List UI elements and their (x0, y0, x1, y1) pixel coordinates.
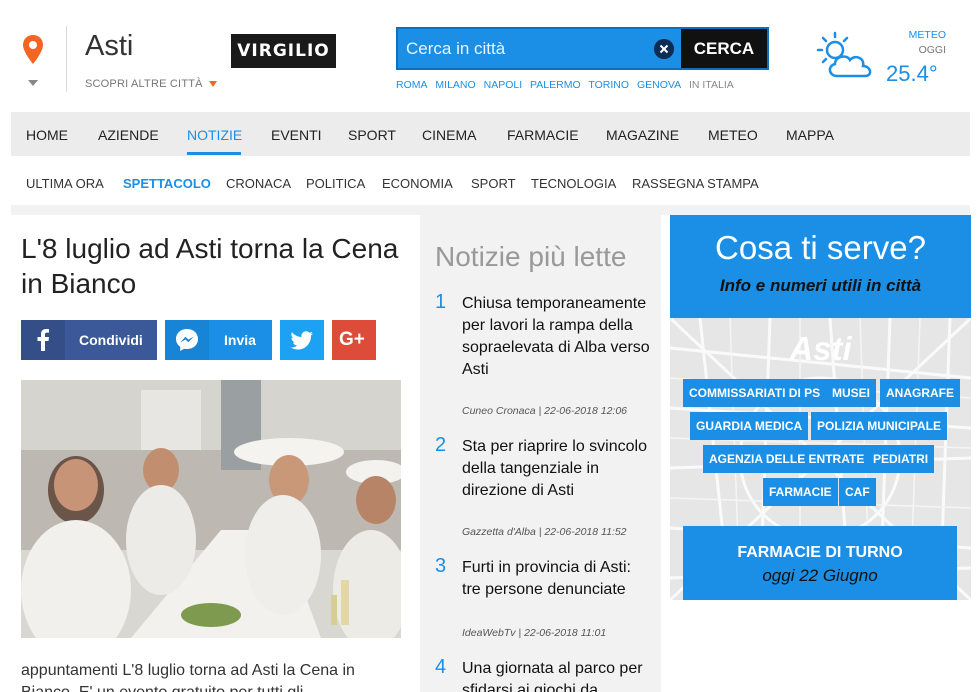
subnav-rassegna-stampa[interactable]: RASSEGNA STAMPA (632, 176, 759, 191)
news-title[interactable]: Una giornata al parco per sfidarsi ai gi… (462, 658, 652, 692)
quick-link-roma[interactable]: ROMA (396, 79, 428, 91)
quick-link-italia[interactable]: IN ITALIA (689, 79, 734, 91)
news-source[interactable]: Cuneo Cronaca (462, 405, 536, 417)
facebook-share-button[interactable]: Condividi (21, 320, 157, 360)
rank-number: 1 (435, 291, 447, 313)
news-title[interactable]: Chiusa temporaneamente per lavori la ram… (462, 293, 652, 381)
nav-sport[interactable]: SPORT (348, 127, 396, 143)
other-cities-label: SCOPRI ALTRE CITTÀ (85, 78, 203, 90)
nav-eventi[interactable]: EVENTI (271, 127, 322, 143)
search-box: CERCA (396, 27, 769, 70)
news-meta: IdeaWebTv | 22-06-2018 11:01 (462, 627, 607, 639)
search-button[interactable]: CERCA (681, 29, 767, 68)
rank-number: 4 (435, 656, 447, 678)
city-dropdown-caret-icon[interactable] (28, 80, 38, 86)
nav-active-underline (187, 152, 241, 155)
subnav-sport[interactable]: SPORT (471, 176, 516, 191)
nav-farmacie[interactable]: FARMACIE (507, 127, 579, 143)
partly-cloudy-icon[interactable] (813, 30, 877, 82)
subnav-spettacolo[interactable]: SPETTACOLO (123, 176, 211, 191)
google-plus-icon: G+ (339, 329, 365, 350)
news-meta: Cuneo Cronaca | 22-06-2018 12:06 (462, 405, 628, 417)
nav-cinema[interactable]: CINEMA (422, 127, 476, 143)
nav-home[interactable]: HOME (26, 127, 68, 143)
article-photo[interactable] (21, 380, 401, 638)
google-plus-share-button[interactable]: G+ (332, 320, 376, 360)
facebook-icon (21, 320, 65, 360)
quick-link-genova[interactable]: GENOVA (637, 79, 681, 91)
search-input[interactable] (406, 35, 656, 63)
subnav-ultima-ora[interactable]: ULTIMA ORA (26, 176, 104, 191)
meteo-sub-label: OGGI (918, 44, 946, 56)
virgilio-logo[interactable]: VIRGILIO (231, 34, 336, 68)
main-nav: HOME AZIENDE NOTIZIE EVENTI SPORT CINEMA… (11, 112, 970, 156)
services-subtitle: Info e numeri utili in città (719, 276, 922, 295)
services-title: Cosa ti serve? (715, 229, 926, 266)
messenger-icon (165, 320, 209, 360)
tag-guardia-medica[interactable]: GUARDIA MEDICA (690, 412, 809, 440)
subnav-tecnologia[interactable]: TECNOLOGIA (531, 176, 616, 191)
messenger-share-label: Invia (224, 332, 256, 348)
twitter-share-button[interactable] (280, 320, 324, 360)
subnav-cronaca[interactable]: CRONACA (226, 176, 291, 191)
subnav-economia[interactable]: ECONOMIA (382, 176, 453, 191)
nav-mappa[interactable]: MAPPA (786, 127, 834, 143)
other-cities-link[interactable]: SCOPRI ALTRE CITTÀ (85, 78, 217, 90)
rank-number: 2 (435, 434, 447, 456)
news-source[interactable]: Gazzetta d'Alba (462, 526, 536, 538)
rank-number: 3 (435, 555, 447, 577)
tag-agenzia-entrate[interactable]: AGENZIA DELLE ENTRATE (703, 445, 871, 473)
clear-icon[interactable] (654, 39, 674, 59)
meteo-label[interactable]: METEO (908, 29, 946, 41)
city-title: Asti (85, 30, 134, 62)
nav-notizie[interactable]: NOTIZIE (187, 127, 242, 143)
most-read-panel: Notizie più lette 1 Chiusa temporaneamen… (420, 215, 661, 692)
tag-polizia-municipale[interactable]: POLIZIA MUNICIPALE (811, 412, 947, 440)
news-source[interactable]: IdeaWebTv (462, 627, 516, 639)
caret-down-icon (208, 81, 217, 88)
quick-link-palermo[interactable]: PALERMO (530, 79, 581, 91)
tag-caf[interactable]: CAF (839, 478, 876, 506)
page-blank-area (670, 600, 978, 692)
twitter-icon (280, 320, 324, 360)
tag-commissariati[interactable]: COMMISSARIATI DI PS (683, 379, 827, 407)
news-title[interactable]: Furti in provincia di Asti: tre persone … (462, 557, 652, 601)
pharmacies-date: oggi 22 Giugno (762, 566, 878, 585)
news-title[interactable]: Sta per riaprire lo svincolo della tange… (462, 436, 652, 502)
quick-link-torino[interactable]: TORINO (588, 79, 629, 91)
news-date: 22-06-2018 11:52 (544, 526, 627, 538)
article-title: L'8 luglio ad Asti torna la Cena in Bian… (21, 233, 399, 299)
header-divider (66, 26, 67, 92)
tag-farmacie[interactable]: FARMACIE (763, 478, 838, 506)
most-read-title: Notizie più lette (435, 241, 627, 272)
nav-separator (11, 205, 970, 215)
services-header: Cosa ti serve? Info e numeri utili in ci… (670, 215, 971, 318)
services-city-name: Asti (789, 330, 852, 367)
quick-link-milano[interactable]: MILANO (435, 79, 475, 91)
quick-link-napoli[interactable]: NAPOLI (484, 79, 523, 91)
nav-meteo[interactable]: METEO (708, 127, 758, 143)
pharmacies-title: FARMACIE DI TURNO (737, 544, 903, 561)
news-meta: Gazzetta d'Alba | 22-06-2018 11:52 (462, 526, 627, 538)
news-date: 22-06-2018 11:01 (524, 627, 607, 639)
tag-musei[interactable]: MUSEI (826, 379, 877, 407)
nav-magazine[interactable]: MAGAZINE (606, 127, 679, 143)
facebook-share-label: Condividi (79, 332, 143, 348)
tag-pediatri[interactable]: PEDIATRI (867, 445, 935, 473)
messenger-share-button[interactable]: Invia (165, 320, 272, 360)
article-lead: appuntamenti L'8 luglio torna ad Asti la… (21, 662, 355, 692)
quick-city-links: ROMA MILANO NAPOLI PALERMO TORINO GENOVA… (396, 79, 739, 91)
tag-anagrafe[interactable]: ANAGRAFE (880, 379, 960, 407)
temperature[interactable]: 25.4° (886, 61, 938, 87)
sub-nav: ULTIMA ORA SPETTACOLO CRONACA POLITICA E… (11, 158, 970, 206)
location-pin-icon[interactable] (22, 34, 44, 66)
subnav-politica[interactable]: POLITICA (306, 176, 365, 191)
news-date: 22-06-2018 12:06 (544, 405, 628, 417)
nav-aziende[interactable]: AZIENDE (98, 127, 159, 143)
